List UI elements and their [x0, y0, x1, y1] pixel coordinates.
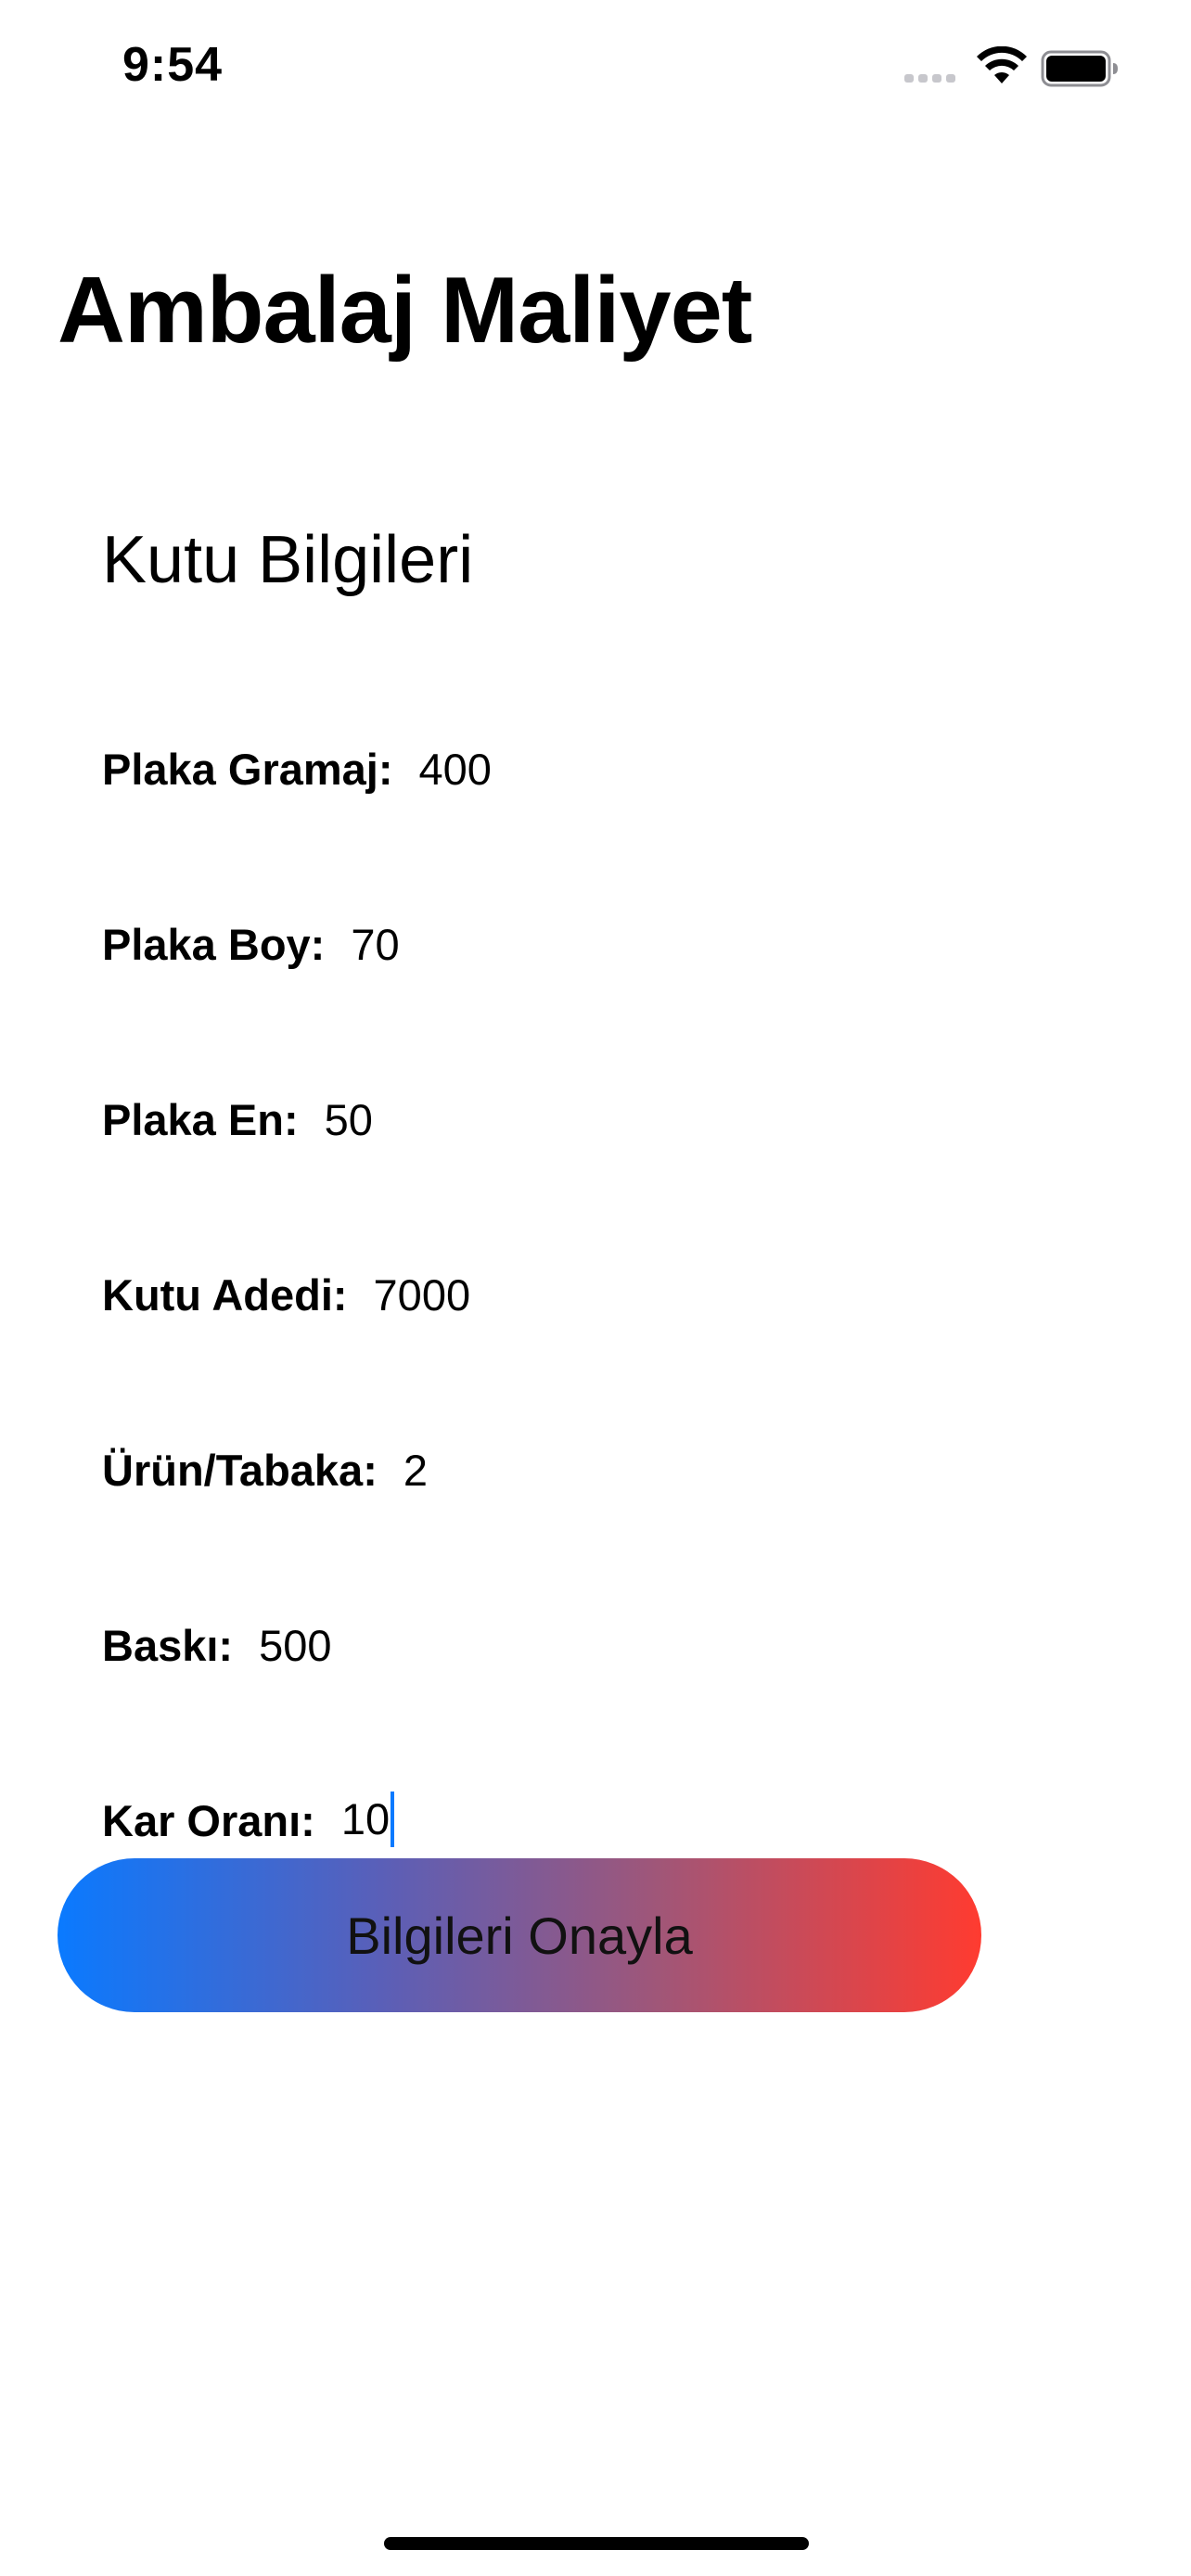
field-plaka-gramaj[interactable]: Plaka Gramaj: 400 [102, 736, 492, 801]
confirm-button[interactable]: Bilgileri Onayla [58, 1858, 981, 2012]
field-label: Kutu Adedi: [102, 1269, 348, 1320]
field-urun-tabaka[interactable]: Ürün/Tabaka: 2 [102, 1437, 428, 1502]
field-baski[interactable]: Baskı: 500 [102, 1613, 332, 1677]
field-label: Plaka Gramaj: [102, 744, 393, 794]
plaka-gramaj-input[interactable]: 400 [419, 744, 492, 795]
field-label: Plaka Boy: [102, 919, 326, 969]
plaka-boy-input[interactable]: 70 [351, 919, 399, 970]
kutu-adedi-input[interactable]: 7000 [374, 1269, 471, 1320]
text-caret [391, 1792, 395, 1848]
field-plaka-boy[interactable]: Plaka Boy: 70 [102, 912, 400, 976]
plaka-en-input[interactable]: 50 [325, 1094, 373, 1145]
field-plaka-en[interactable]: Plaka En: 50 [102, 1087, 373, 1152]
status-time: 9:54 [122, 38, 224, 92]
baski-input[interactable]: 500 [259, 1620, 331, 1671]
field-label: Ürün/Tabaka: [102, 1445, 378, 1495]
field-label: Plaka En: [102, 1094, 299, 1144]
page-title: Ambalaj Maliyet [58, 259, 752, 363]
cellular-signal-icon [904, 74, 955, 83]
section-title: Kutu Bilgileri [102, 523, 474, 597]
status-bar: 9:54 [0, 0, 1191, 139]
field-kar-orani[interactable]: Kar Oranı: 10 [102, 1788, 395, 1853]
field-label: Baskı: [102, 1620, 234, 1670]
home-indicator[interactable] [384, 2537, 809, 2550]
field-kutu-adedi[interactable]: Kutu Adedi: 7000 [102, 1262, 470, 1327]
field-label: Kar Oranı: [102, 1795, 315, 1845]
kar-orani-input[interactable]: 10 [340, 1792, 395, 1848]
battery-icon [1041, 50, 1118, 87]
urun-tabaka-input[interactable]: 2 [403, 1445, 428, 1496]
kar-orani-value: 10 [340, 1793, 391, 1843]
wifi-icon [977, 46, 1027, 83]
